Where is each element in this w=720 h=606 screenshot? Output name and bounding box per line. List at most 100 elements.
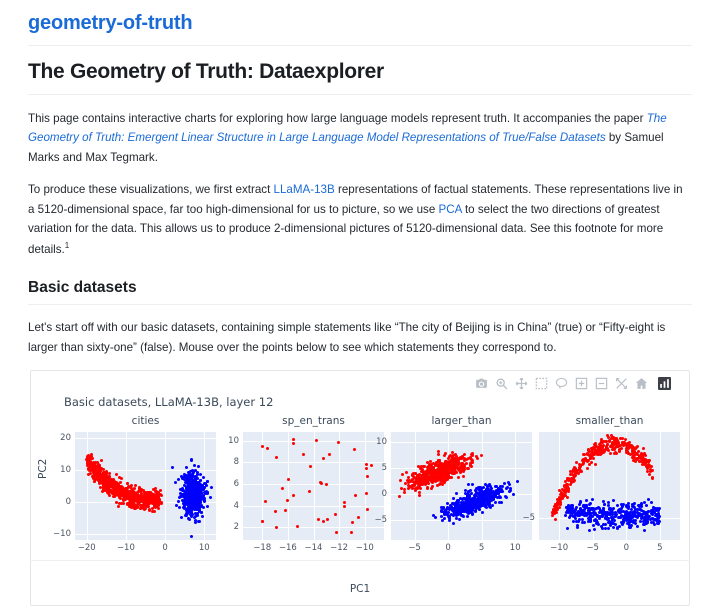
facet-smaller-than[interactable]: smaller_than −10 −5 0 5 −5 bbox=[522, 415, 680, 575]
data-point[interactable] bbox=[629, 514, 633, 518]
data-point[interactable] bbox=[469, 458, 473, 462]
data-point[interactable] bbox=[621, 503, 625, 507]
data-point[interactable] bbox=[198, 479, 202, 483]
data-point[interactable] bbox=[291, 493, 295, 497]
data-point[interactable] bbox=[597, 506, 601, 510]
data-point[interactable] bbox=[146, 504, 150, 508]
data-point[interactable] bbox=[496, 486, 500, 490]
data-point[interactable] bbox=[196, 496, 200, 500]
data-point[interactable] bbox=[608, 451, 612, 455]
data-point[interactable] bbox=[103, 480, 107, 484]
data-point[interactable] bbox=[439, 514, 443, 518]
data-point[interactable] bbox=[120, 477, 124, 481]
data-point[interactable] bbox=[180, 494, 184, 498]
data-point[interactable] bbox=[314, 438, 318, 442]
data-point[interactable] bbox=[487, 504, 491, 508]
data-point[interactable] bbox=[641, 519, 645, 523]
reset-axes-icon[interactable] bbox=[635, 377, 648, 390]
data-point[interactable] bbox=[633, 510, 637, 514]
data-point[interactable] bbox=[155, 502, 159, 506]
data-point[interactable] bbox=[203, 499, 207, 503]
brand-link[interactable]: geometry-of-truth bbox=[28, 0, 193, 45]
data-point[interactable] bbox=[571, 476, 575, 480]
data-point[interactable] bbox=[497, 500, 501, 504]
data-point[interactable] bbox=[366, 475, 370, 479]
data-point[interactable] bbox=[286, 498, 290, 502]
data-point[interactable] bbox=[473, 510, 477, 514]
data-point[interactable] bbox=[617, 524, 621, 528]
data-point[interactable] bbox=[266, 447, 269, 451]
data-point[interactable] bbox=[117, 505, 121, 509]
data-point[interactable] bbox=[651, 516, 655, 520]
data-point[interactable] bbox=[401, 472, 405, 476]
data-point[interactable] bbox=[112, 492, 116, 496]
data-point[interactable] bbox=[197, 519, 200, 523]
download-plot-icon[interactable] bbox=[475, 377, 488, 390]
data-point[interactable] bbox=[459, 456, 463, 460]
data-point[interactable] bbox=[612, 525, 616, 529]
data-point[interactable] bbox=[280, 487, 284, 491]
data-point[interactable] bbox=[342, 500, 346, 504]
data-point[interactable] bbox=[653, 522, 657, 526]
data-point[interactable] bbox=[264, 499, 268, 503]
data-point[interactable] bbox=[436, 453, 440, 457]
data-point[interactable] bbox=[445, 501, 449, 505]
data-point[interactable] bbox=[117, 476, 121, 480]
data-point[interactable] bbox=[206, 504, 210, 508]
data-point[interactable] bbox=[477, 507, 481, 511]
data-point[interactable] bbox=[485, 492, 489, 496]
data-point[interactable] bbox=[466, 506, 470, 510]
data-point[interactable] bbox=[634, 514, 638, 518]
data-point[interactable] bbox=[325, 517, 329, 521]
data-point[interactable] bbox=[629, 525, 633, 529]
data-point[interactable] bbox=[193, 478, 197, 482]
data-point[interactable] bbox=[100, 459, 104, 463]
data-point[interactable] bbox=[653, 513, 657, 517]
data-point[interactable] bbox=[109, 490, 113, 494]
data-point[interactable] bbox=[353, 448, 356, 452]
data-point[interactable] bbox=[430, 485, 434, 489]
footnote-marker[interactable]: 1 bbox=[65, 241, 69, 250]
data-point[interactable] bbox=[488, 485, 492, 489]
data-point[interactable] bbox=[588, 517, 592, 521]
data-point[interactable] bbox=[576, 525, 580, 529]
data-point[interactable] bbox=[471, 513, 475, 517]
data-point[interactable] bbox=[565, 511, 569, 515]
data-point[interactable] bbox=[624, 515, 628, 519]
data-point[interactable] bbox=[274, 526, 278, 530]
data-point[interactable] bbox=[334, 512, 338, 516]
data-point[interactable] bbox=[588, 529, 592, 533]
data-point[interactable] bbox=[209, 496, 213, 499]
data-point[interactable] bbox=[321, 520, 325, 524]
data-point[interactable] bbox=[132, 504, 136, 508]
facet-sp-en-trans[interactable]: sp_en_trans −18 −16 −14 −12 −10 2 4 6 8 10 bbox=[228, 415, 384, 575]
data-point[interactable] bbox=[106, 492, 110, 496]
zoom-in-icon[interactable] bbox=[575, 377, 588, 390]
data-point[interactable] bbox=[480, 498, 484, 502]
data-point[interactable] bbox=[641, 452, 645, 456]
data-point[interactable] bbox=[125, 502, 129, 506]
data-point[interactable] bbox=[560, 496, 564, 500]
data-point[interactable] bbox=[365, 467, 369, 470]
data-point[interactable] bbox=[190, 468, 194, 472]
data-point[interactable] bbox=[206, 492, 210, 496]
data-point[interactable] bbox=[447, 519, 451, 523]
data-point[interactable] bbox=[184, 514, 188, 518]
data-point[interactable] bbox=[428, 477, 432, 481]
data-point[interactable] bbox=[188, 517, 192, 521]
data-point[interactable] bbox=[605, 511, 609, 515]
plotly-modebar[interactable] bbox=[475, 377, 671, 391]
data-point[interactable] bbox=[603, 450, 607, 454]
data-point[interactable] bbox=[148, 496, 152, 500]
data-point[interactable] bbox=[591, 497, 595, 501]
data-point[interactable] bbox=[640, 501, 644, 505]
data-point[interactable] bbox=[180, 515, 184, 519]
data-point[interactable] bbox=[334, 531, 338, 535]
data-point[interactable] bbox=[606, 500, 610, 504]
data-point[interactable] bbox=[156, 498, 160, 502]
data-point[interactable] bbox=[636, 444, 640, 448]
data-point[interactable] bbox=[440, 519, 444, 523]
data-point[interactable] bbox=[585, 498, 589, 502]
data-point[interactable] bbox=[180, 489, 184, 493]
data-point[interactable] bbox=[442, 506, 446, 510]
